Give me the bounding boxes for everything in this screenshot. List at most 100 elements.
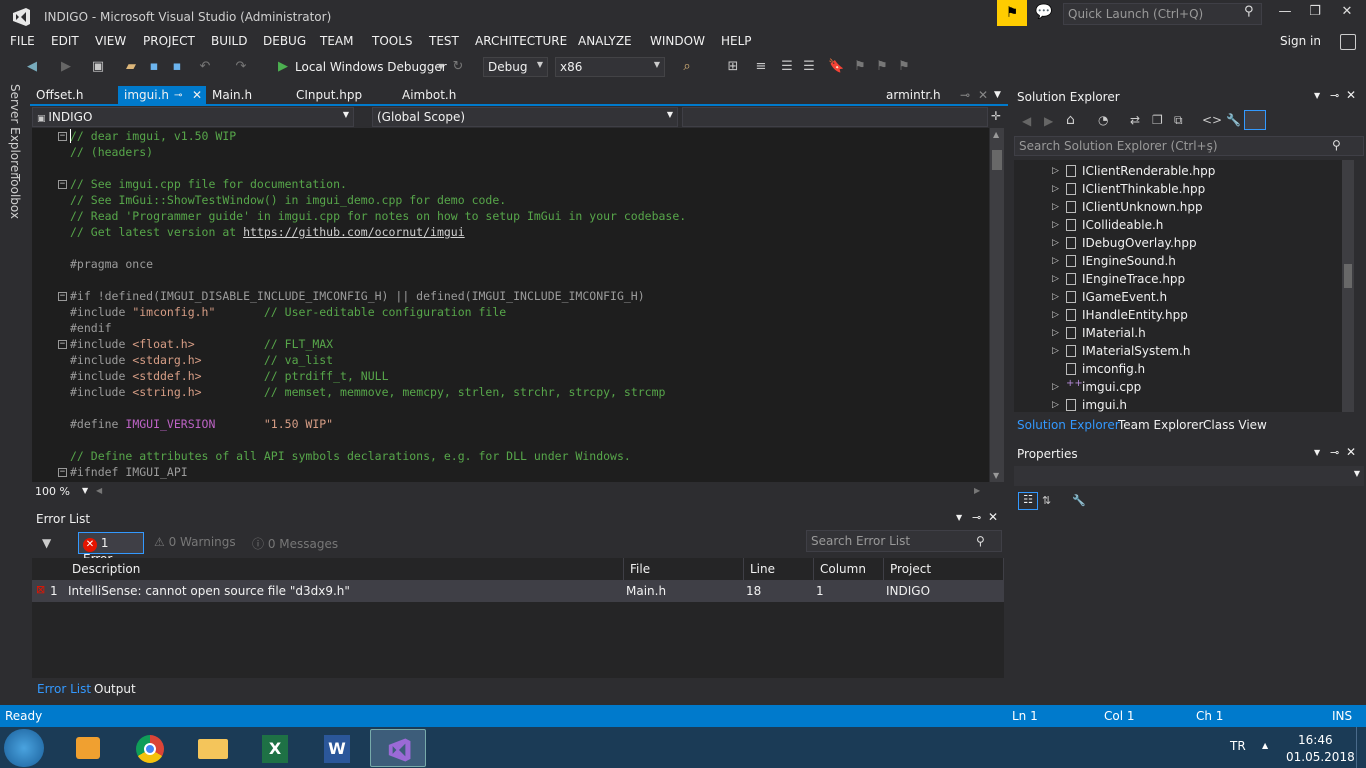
forward-icon[interactable]: ▶	[1044, 114, 1053, 128]
project-select[interactable]: ▣ INDIGO ▼	[32, 107, 354, 127]
tab-armintr-h[interactable]: armintr.h	[880, 86, 952, 105]
find-in-files-icon[interactable]: ⌕	[678, 57, 696, 77]
save-icon[interactable]: ▪	[145, 57, 163, 77]
fold-toggle-icon[interactable]: −	[58, 340, 67, 349]
expand-arrow-icon[interactable]: ▷	[1052, 166, 1059, 176]
undo-icon[interactable]: ↶	[196, 57, 214, 77]
debugger-dropdown-icon[interactable]: ▼	[436, 57, 446, 77]
column-description[interactable]: Description	[66, 558, 624, 580]
tab-main-h[interactable]: Main.h	[206, 86, 290, 105]
excel-icon[interactable]: X	[246, 729, 302, 767]
expand-arrow-icon[interactable]: ▷	[1052, 328, 1059, 338]
pin-icon[interactable]: ⊸	[972, 511, 981, 524]
pin-icon[interactable]: ⊸	[174, 86, 182, 105]
next-bookmark-icon[interactable]: ⚑	[874, 57, 890, 77]
menu-team[interactable]: TEAM	[320, 32, 353, 50]
sign-in-link[interactable]: Sign in	[1280, 34, 1321, 48]
menu-edit[interactable]: EDIT	[51, 32, 79, 50]
pin-icon[interactable]: ⊸	[1330, 89, 1339, 102]
messages-filter-button[interactable]: ⓘ 0 Messages	[252, 535, 338, 552]
back-icon[interactable]: ◀	[22, 57, 42, 77]
tree-item[interactable]: ▷ ++ imgui.cpp	[1014, 378, 1344, 396]
restore-icon[interactable]: ❐	[1302, 4, 1328, 24]
back-icon[interactable]: ◀	[1022, 114, 1031, 128]
tree-item[interactable]: ▷ imgui.h	[1014, 396, 1344, 412]
redo-icon[interactable]: ↷	[232, 57, 250, 77]
server-explorer-tab[interactable]: Server Explorer	[8, 84, 22, 177]
close-panel-icon[interactable]: ✕	[1346, 88, 1356, 102]
bookmark-icon[interactable]: 🔖	[828, 57, 844, 77]
scope-select[interactable]: (Global Scope) ▼	[372, 107, 678, 127]
expand-arrow-icon[interactable]: ▷	[1052, 238, 1059, 248]
close-tab-icon[interactable]: ✕	[192, 86, 202, 105]
pin-icon[interactable]: ⊸	[1330, 446, 1339, 459]
menu-window[interactable]: WINDOW	[650, 32, 705, 50]
indent-icon[interactable]: ☰	[778, 57, 796, 77]
toggle-icon[interactable]: ⊞	[724, 57, 742, 77]
tree-item[interactable]: ▷ IEngineTrace.hpp	[1014, 270, 1344, 288]
table-row[interactable]: ⊠ 1 IntelliSense: cannot open source fil…	[32, 580, 1004, 602]
scrollbar-thumb[interactable]	[992, 150, 1002, 170]
scroll-down-icon[interactable]: ▼	[993, 471, 999, 480]
tab-offset-h[interactable]: Offset.h	[30, 86, 116, 105]
tree-scrollbar[interactable]	[1342, 160, 1354, 412]
expand-arrow-icon[interactable]: ▷	[1052, 274, 1059, 284]
word-icon[interactable]: W	[308, 729, 364, 767]
expand-arrow-icon[interactable]: ▷	[1052, 400, 1059, 410]
open-file-icon[interactable]: ▰	[122, 57, 140, 77]
pin-icon[interactable]: ⊸	[954, 86, 970, 105]
tab-cinput-hpp[interactable]: CInput.hpp	[290, 86, 396, 105]
column-file[interactable]: File	[624, 558, 744, 580]
tab-aimbot-h[interactable]: Aimbot.h	[396, 86, 486, 105]
property-pages-icon[interactable]: 🔧	[1072, 494, 1086, 507]
close-panel-icon[interactable]: ✕	[1346, 445, 1356, 459]
solution-search-input[interactable]: Search Solution Explorer (Ctrl+ş)	[1014, 136, 1364, 156]
zoom-level[interactable]: 100 %	[35, 485, 70, 498]
start-debug-icon[interactable]: ▶	[276, 57, 290, 77]
expand-arrow-icon[interactable]: ▷	[1052, 310, 1059, 320]
panel-menu-icon[interactable]: ▼	[1314, 448, 1320, 457]
view-code-icon[interactable]: <>	[1202, 113, 1222, 127]
panel-menu-icon[interactable]: ▼	[1314, 91, 1320, 100]
chrome-icon[interactable]	[122, 729, 178, 767]
clock-date[interactable]: 01.05.2018	[1286, 750, 1355, 764]
close-panel-icon[interactable]: ✕	[988, 510, 998, 524]
column-column[interactable]: Column	[814, 558, 884, 580]
error-search-input[interactable]: Search Error List	[806, 530, 1002, 552]
tree-item[interactable]: ▷ IGameEvent.h	[1014, 288, 1344, 306]
member-select[interactable]	[682, 107, 988, 127]
prev-bookmark-icon[interactable]: ⚑	[852, 57, 868, 77]
tree-item[interactable]: ▷ IMaterial.h	[1014, 324, 1344, 342]
tree-item[interactable]: ▷ ICollideable.h	[1014, 216, 1344, 234]
expand-arrow-icon[interactable]: ▷	[1052, 292, 1059, 302]
menu-analyze[interactable]: ANALYZE	[578, 32, 632, 50]
tree-item[interactable]: ▷ IClientUnknown.hpp	[1014, 198, 1344, 216]
categorized-icon[interactable]: ☷	[1018, 492, 1038, 510]
feedback-icon[interactable]: 💬	[1033, 4, 1055, 24]
menu-view[interactable]: VIEW	[95, 32, 126, 50]
tree-item[interactable]: ▷ IMaterialSystem.h	[1014, 342, 1344, 360]
refresh-icon[interactable]: ↻	[450, 57, 466, 77]
close-tab-icon[interactable]: ✕	[972, 86, 988, 105]
keyboard-language[interactable]: TR	[1230, 739, 1246, 753]
tab-imgui-h[interactable]: imgui.h ⊸ ✕	[118, 86, 206, 105]
menu-debug[interactable]: DEBUG	[263, 32, 306, 50]
preview-toggle-icon[interactable]	[1244, 110, 1266, 130]
toolbox-tab[interactable]: Toolbox	[8, 174, 22, 219]
scroll-right-icon[interactable]: ▶	[974, 486, 980, 495]
configuration-select[interactable]: Debug ▼	[483, 57, 548, 77]
column-project[interactable]: Project	[884, 558, 1004, 580]
clear-bookmarks-icon[interactable]: ⚑	[896, 57, 912, 77]
menu-file[interactable]: FILE	[10, 32, 35, 50]
properties-object-select[interactable]: ▼	[1014, 466, 1364, 486]
menu-tools[interactable]: TOOLS	[372, 32, 413, 50]
clock-time[interactable]: 16:46	[1298, 733, 1333, 747]
code-editor[interactable]: −// dear imgui, v1.50 WIP// (headers) −//…	[32, 128, 989, 482]
fold-toggle-icon[interactable]: −	[58, 468, 67, 477]
outdent-icon[interactable]: ☰	[800, 57, 818, 77]
fold-toggle-icon[interactable]: −	[58, 132, 67, 141]
column-line[interactable]: Line	[744, 558, 814, 580]
history-icon[interactable]: ◔	[1098, 113, 1108, 127]
alphabetical-icon[interactable]: ⇅	[1042, 494, 1051, 507]
fold-toggle-icon[interactable]: −	[58, 292, 67, 301]
